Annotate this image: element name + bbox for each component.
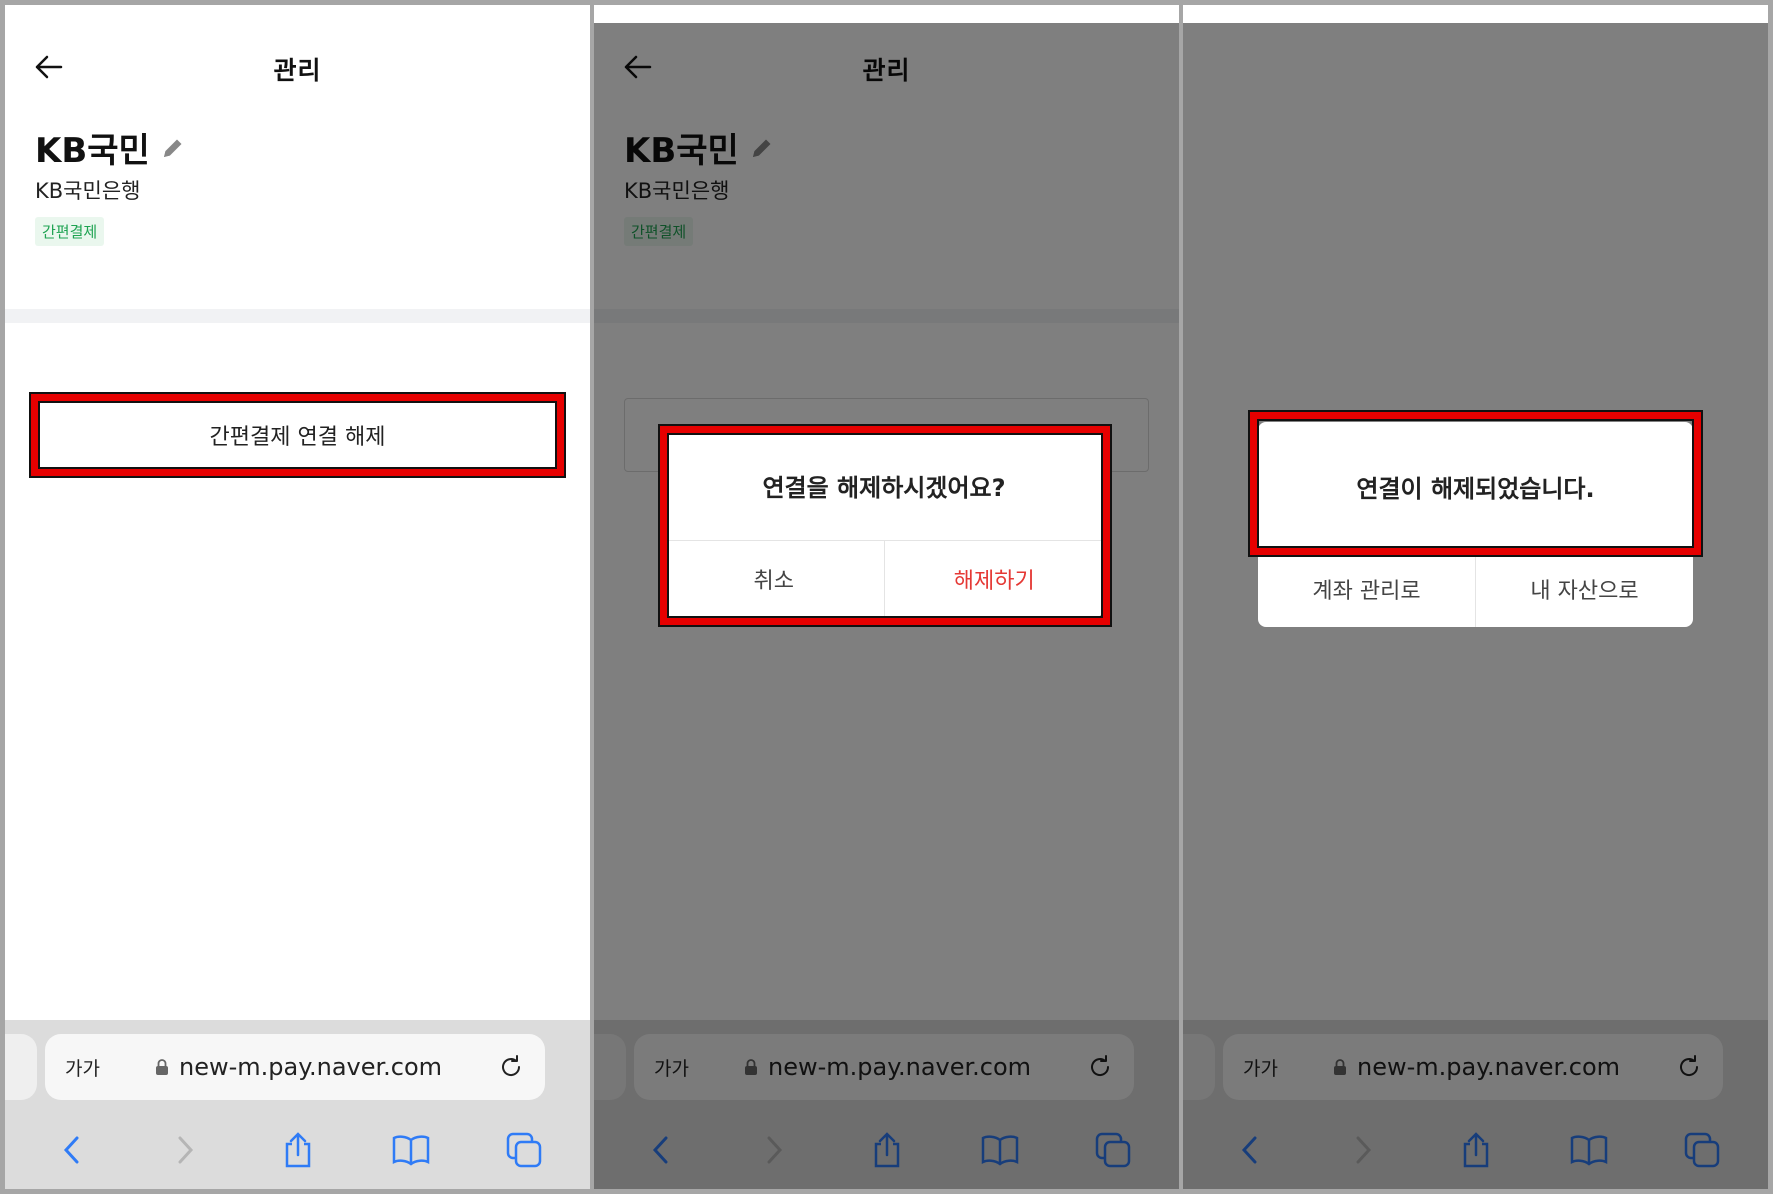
- section-divider: [5, 309, 590, 323]
- bank-full-name: KB국민은행: [35, 179, 141, 203]
- url-text[interactable]: new-m.pay.naver.com: [179, 1053, 497, 1081]
- to-accounts-button[interactable]: 계좌 관리로: [1258, 551, 1475, 627]
- browser-chrome: 가가 new-m.pay.naver.com: [5, 1020, 590, 1189]
- dialog-buttons: 취소 해제하기: [664, 540, 1104, 617]
- bookmarks-icon[interactable]: [391, 1130, 431, 1170]
- panel-manage: 관리 KB국민 KB국민은행 간편결제 간편결제 연결 해제 가가 new-m.…: [5, 5, 590, 1189]
- panel-result: 가가 new-m.pay.naver.com 연결이 해제되었습니다. 계좌 관…: [1183, 5, 1768, 1189]
- confirm-unlink-button[interactable]: 해제하기: [883, 541, 1105, 617]
- text-size-button[interactable]: 가가: [65, 1054, 155, 1081]
- lock-icon: [156, 1059, 168, 1075]
- page-title: 관리: [273, 56, 322, 85]
- result-dialog: 연결이 해제되었습니다. 계좌 관리로 내 자산으로: [1258, 422, 1693, 627]
- forward-chevron-icon[interactable]: [165, 1130, 205, 1170]
- bank-name: KB국민: [35, 123, 186, 172]
- to-assets-button[interactable]: 내 자산으로: [1475, 551, 1693, 627]
- screenshot-frame: 관리 KB국민 KB국민은행 간편결제 간편결제 연결 해제 가가 new-m.…: [0, 0, 1773, 1194]
- tabs-icon[interactable]: [504, 1130, 544, 1170]
- dialog-message: 연결을 해제하시겠어요?: [762, 473, 1006, 502]
- payment-tag: 간편결제: [35, 217, 105, 246]
- dialog-buttons: 계좌 관리로 내 자산으로: [1258, 550, 1693, 627]
- panel-confirm: 관리 KB국민 KB국민은행 간편결제 가가 new-m.pay.naver.c…: [594, 5, 1179, 1189]
- unlink-button[interactable]: 간편결제 연결 해제: [35, 398, 560, 472]
- manage-page: 관리 KB국민 KB국민은행 간편결제 간편결제 연결 해제: [5, 5, 590, 1189]
- back-chevron-icon[interactable]: [52, 1130, 92, 1170]
- tab-stub[interactable]: [5, 1034, 37, 1100]
- confirm-dialog: 연결을 해제하시겠어요? 취소 해제하기: [664, 430, 1104, 617]
- dialog-message: 연결이 해제되었습니다.: [1356, 474, 1595, 503]
- browser-toolbar: [5, 1120, 590, 1180]
- nav-bar: 관리: [5, 5, 590, 127]
- cancel-button[interactable]: 취소: [664, 541, 884, 617]
- reload-icon[interactable]: [497, 1053, 525, 1081]
- bank-name-label: KB국민: [35, 131, 150, 171]
- pencil-icon[interactable]: [160, 135, 186, 161]
- share-icon[interactable]: [278, 1130, 318, 1170]
- address-bar[interactable]: 가가 new-m.pay.naver.com: [45, 1034, 545, 1100]
